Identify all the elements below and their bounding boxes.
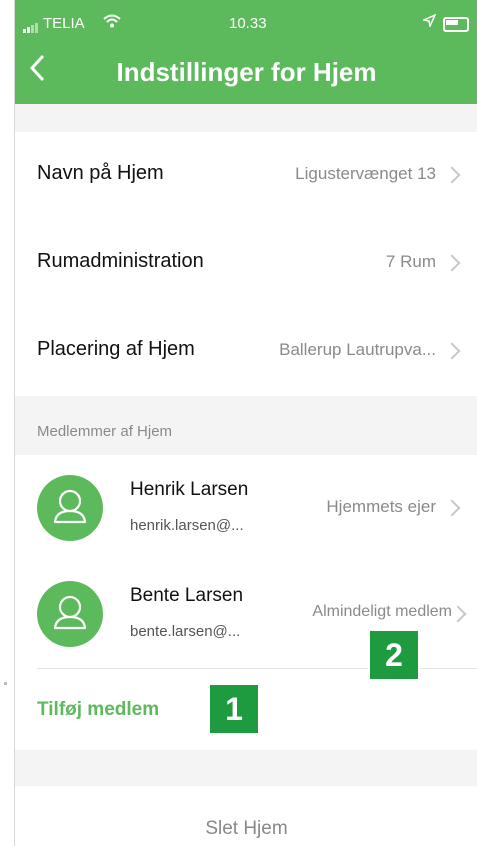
room-management-label: Rumadministration bbox=[37, 250, 204, 272]
home-location-label: Placering af Hjem bbox=[37, 338, 195, 360]
room-count-value: 7 Rum bbox=[385, 252, 436, 271]
member-row-henrik[interactable]: Henrik Larsen henrik.larsen@... Hjemmets… bbox=[15, 455, 477, 561]
chevron-right-icon bbox=[443, 499, 461, 517]
annotation-badge-2: 2 bbox=[368, 629, 420, 681]
status-time: 10.33 bbox=[229, 15, 267, 32]
status-bar: TELIA 10.33 bbox=[15, 13, 477, 38]
carrier-label: TELIA bbox=[43, 15, 85, 32]
home-settings-card: Navn på Hjem Ligustervænget 13 Rumadmini… bbox=[15, 132, 477, 396]
home-name-label: Navn på Hjem bbox=[37, 162, 164, 184]
signal-icon bbox=[23, 16, 39, 33]
home-name-row[interactable]: Navn på Hjem Ligustervænget 13 bbox=[15, 132, 477, 220]
chevron-right-icon bbox=[443, 166, 461, 184]
member-role: Almindeligt medlem bbox=[312, 603, 452, 620]
page-title: Indstillinger for Hjem bbox=[116, 57, 377, 87]
members-card: Henrik Larsen henrik.larsen@... Hjemmets… bbox=[15, 455, 477, 750]
add-member-link[interactable]: Tilføj medlem bbox=[37, 699, 159, 721]
header-bar: TELIA 10.33 Indstillinger for Hjem bbox=[15, 0, 477, 104]
member-name: Henrik Larsen bbox=[130, 479, 249, 500]
avatar bbox=[37, 475, 103, 541]
home-location-row[interactable]: Placering af Hjem Ballerup Lautrupva... bbox=[15, 308, 477, 396]
chevron-right-icon bbox=[443, 342, 461, 360]
battery-icon bbox=[443, 17, 469, 32]
home-location-value: Ballerup Lautrupva... bbox=[279, 340, 436, 359]
wifi-icon bbox=[103, 14, 121, 31]
avatar bbox=[37, 581, 103, 647]
phone-screen: TELIA 10.33 Indstillinger for Hjem Navn … bbox=[14, 0, 477, 846]
annotation-badge-1: 1 bbox=[208, 683, 260, 735]
member-role: Hjemmets ejer bbox=[326, 497, 436, 516]
delete-home-button[interactable]: Slet Hjem bbox=[15, 818, 477, 840]
delete-home-card: Slet Hjem bbox=[15, 786, 477, 846]
chevron-right-icon bbox=[449, 605, 467, 623]
chevron-right-icon bbox=[443, 254, 461, 272]
members-section-title: Medlemmer af Hjem bbox=[37, 423, 173, 440]
member-email: bente.larsen@... bbox=[130, 623, 241, 640]
member-email: henrik.larsen@... bbox=[130, 517, 244, 534]
user-icon bbox=[53, 489, 87, 524]
location-arrow-icon bbox=[421, 13, 437, 30]
user-icon bbox=[53, 595, 87, 630]
home-name-value: Ligustervænget 13 bbox=[295, 164, 436, 183]
page-edge-mark bbox=[4, 682, 7, 685]
member-name: Bente Larsen bbox=[130, 585, 244, 606]
room-management-row[interactable]: Rumadministration 7 Rum bbox=[15, 220, 477, 308]
